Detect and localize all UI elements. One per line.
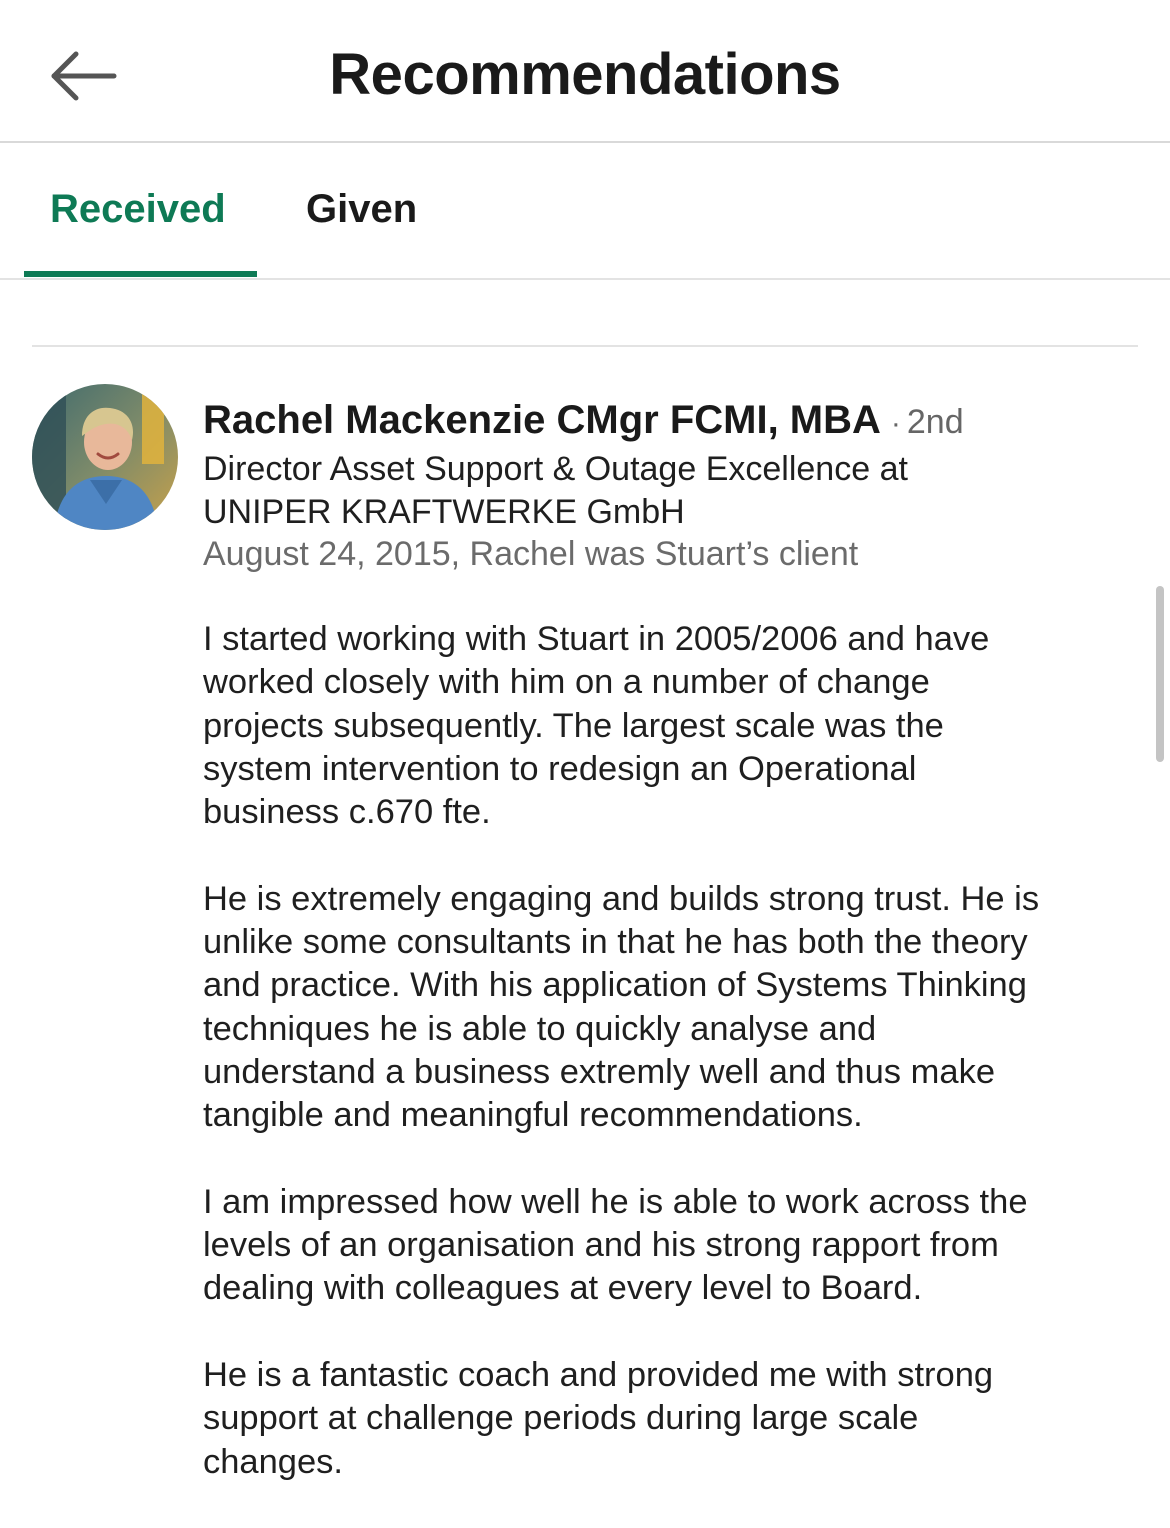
page-title: Recommendations bbox=[329, 42, 841, 107]
recommender-headline: Director Asset Support & Outage Excellen… bbox=[203, 448, 1133, 534]
recommendation-paragraph: He is extremely engaging and builds stro… bbox=[203, 878, 1148, 1138]
text-line: and practice. With his application of Sy… bbox=[203, 966, 1027, 1005]
text-line: system intervention to redesign an Opera… bbox=[203, 749, 917, 788]
recommendations-screen: Recommendations Received Given Rachel Ma… bbox=[0, 0, 1170, 1528]
text-line: business c.670 fte. bbox=[203, 793, 491, 832]
recommendation-text: I started working with Stuart in 2005/20… bbox=[203, 618, 1148, 1484]
card-divider bbox=[32, 345, 1138, 347]
text-line: support at challenge periods during larg… bbox=[203, 1399, 919, 1438]
text-line: I started working with Stuart in 2005/20… bbox=[203, 620, 990, 658]
tab-given[interactable]: Given bbox=[306, 183, 417, 235]
text-line: techniques he is able to quickly analyse… bbox=[203, 1009, 877, 1048]
recommender-name[interactable]: Rachel Mackenzie CMgr FCMI, MBA bbox=[203, 398, 881, 442]
text-line: I am impressed how well he is able to wo… bbox=[203, 1182, 1028, 1221]
profile-photo bbox=[32, 384, 178, 530]
text-line: worked closely with him on a number of c… bbox=[203, 663, 930, 702]
recommendation-meta: August 24, 2015, Rachel was Stuart’s cli… bbox=[203, 535, 859, 573]
top-bar: Recommendations bbox=[0, 0, 1170, 143]
headline-line: UNIPER KRAFTWERKE GmbH bbox=[203, 493, 685, 531]
avatar[interactable] bbox=[32, 384, 178, 530]
active-tab-indicator bbox=[24, 271, 257, 277]
text-line: He is a fantastic coach and provided me … bbox=[203, 1356, 994, 1395]
headline-line: Director Asset Support & Outage Excellen… bbox=[203, 450, 908, 488]
name-separator: · bbox=[890, 407, 901, 440]
tab-received[interactable]: Received bbox=[50, 183, 226, 235]
text-line: changes. bbox=[203, 1442, 344, 1481]
text-line: dealing with colleagues at every level t… bbox=[203, 1269, 923, 1308]
recommendation-paragraph: I am impressed how well he is able to wo… bbox=[203, 1181, 1148, 1311]
tab-bar: Received Given bbox=[0, 143, 1170, 280]
text-line: projects subsequently. The largest scale… bbox=[203, 706, 944, 745]
connection-degree: 2nd bbox=[906, 403, 964, 441]
text-line: understand a business extremly well and … bbox=[203, 1052, 996, 1091]
text-line: unlike some consultants in that he has b… bbox=[203, 923, 1028, 962]
text-line: tangible and meaningful recommendations. bbox=[203, 1096, 863, 1135]
scrollbar[interactable] bbox=[1156, 586, 1164, 762]
recommendation-paragraph: He is a fantastic coach and provided me … bbox=[203, 1354, 1148, 1484]
text-line: levels of an organisation and his strong… bbox=[203, 1226, 999, 1265]
recommendation-paragraph: I started working with Stuart in 2005/20… bbox=[203, 618, 1148, 834]
text-line: He is extremely engaging and builds stro… bbox=[203, 879, 1040, 918]
